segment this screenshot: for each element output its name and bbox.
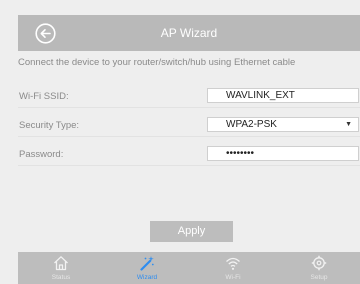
ssid-input[interactable]: WAVLINK_EXT — [207, 88, 359, 103]
nav-item-wifi[interactable]: Wi-Fi — [208, 252, 258, 284]
dropdown-arrow-icon: ▼ — [345, 121, 352, 128]
ssid-row: Wi-Fi SSID: WAVLINK_EXT — [18, 86, 360, 108]
home-icon — [54, 256, 68, 271]
gear-icon — [311, 255, 327, 271]
nav-item-wizard[interactable]: Wizard — [122, 252, 172, 284]
wifi-icon — [226, 257, 240, 270]
ssid-label: Wi-Fi SSID: — [19, 91, 69, 102]
nav-label-wizard: Wizard — [136, 274, 158, 281]
header-bar: AP Wizard — [18, 15, 360, 51]
nav-label-status: Status — [51, 274, 71, 281]
nav-label-setup: Setup — [310, 274, 328, 281]
password-label: Password: — [19, 149, 64, 160]
nav-item-setup[interactable]: Setup — [294, 252, 344, 284]
bottom-nav: Status Wizard Wi-Fi Setup — [18, 252, 360, 284]
password-input[interactable]: •••••••• — [207, 146, 359, 161]
page-title: AP Wizard — [160, 26, 218, 40]
nav-label-wifi: Wi-Fi — [225, 274, 241, 281]
nav-item-status[interactable]: Status — [36, 252, 86, 284]
wand-icon — [140, 256, 154, 271]
security-type-value: WPA2-PSK — [226, 119, 277, 130]
security-type-label: Security Type: — [19, 120, 80, 131]
security-row: Security Type: WPA2-PSK ▼ — [18, 115, 360, 137]
security-type-select[interactable]: WPA2-PSK ▼ — [207, 117, 359, 132]
password-row: Password: •••••••• — [18, 144, 360, 166]
instruction-text: Connect the device to your router/switch… — [18, 57, 296, 68]
apply-button[interactable]: Apply — [150, 221, 233, 242]
